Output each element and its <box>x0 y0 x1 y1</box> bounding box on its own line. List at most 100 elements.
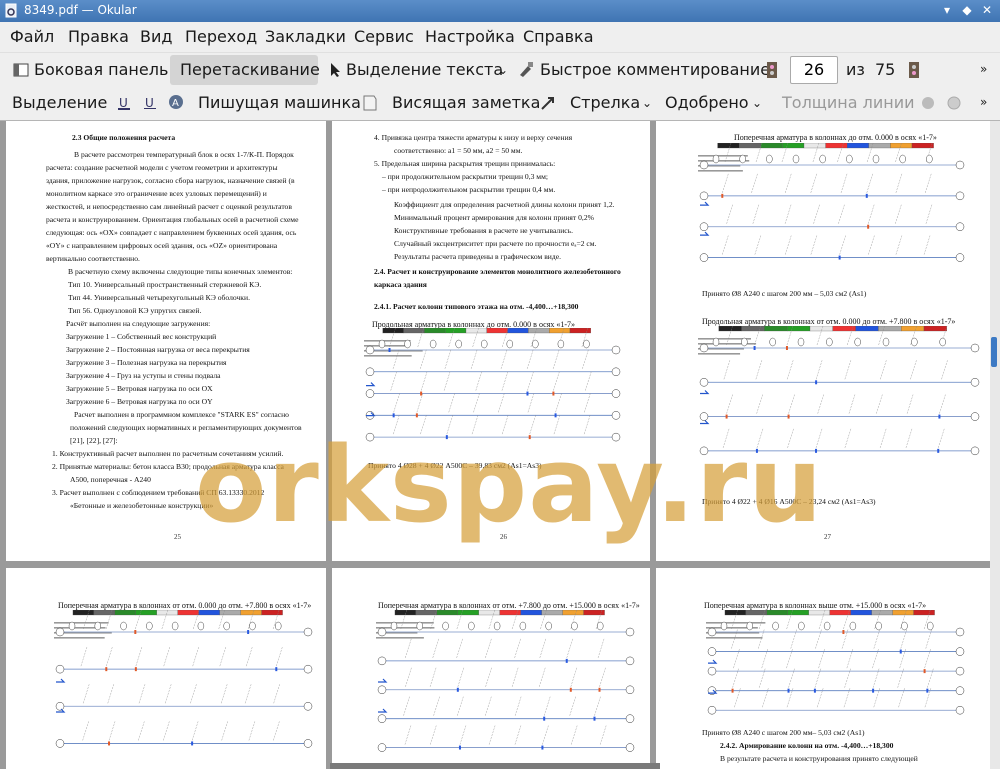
page-27-diagram2-title: Продольная арматура в колоннах от отм. 0… <box>702 317 956 326</box>
menu-bar: Файл Правка Вид Переход Закладки Сервис … <box>0 22 1000 52</box>
sidebar-icon <box>13 63 29 77</box>
quick-annotation-button[interactable]: Быстрое комментирование <box>540 60 770 79</box>
page-27-caption1: Принято Ø8 А240 с шагом 200 мм – 5,03 см… <box>702 289 867 298</box>
drag-mode-button[interactable]: Перетаскивание <box>180 60 320 79</box>
opacity-icon <box>947 96 961 110</box>
page-26-line: 5. Предельная ширина раскрытия трещин пр… <box>374 159 556 168</box>
page-28-diagram <box>54 610 313 748</box>
menu-edit[interactable]: Правка <box>68 27 129 46</box>
document-view[interactable]: 2.3 Общие положения расчета В расчете рас… <box>0 121 990 769</box>
typewriter-button[interactable]: Пишущая машинка <box>198 93 361 112</box>
text-select-dropdown-icon[interactable]: ⌄ <box>498 63 508 77</box>
page-25-line: вертикально соответственно. <box>46 254 140 263</box>
page-30: Поперечная арматура в колоннах выше отм.… <box>656 568 990 769</box>
page-30-diagram <box>706 610 965 715</box>
menu-file[interactable]: Файл <box>10 27 54 46</box>
menu-go[interactable]: Переход <box>185 27 257 46</box>
page-28-diagram-title: Поперечная арматура в колоннах от отм. 0… <box>58 601 312 610</box>
page-25-line: «OY» с направлением цифровых осей здания… <box>46 241 278 250</box>
menu-view[interactable]: Вид <box>140 27 172 46</box>
page-25-line: [21], [22], [27]: <box>70 436 118 445</box>
horizontal-scroll-indicator[interactable] <box>330 763 660 769</box>
page-26-line: 2.4.1. Расчет колонн типового этажа на о… <box>374 302 579 311</box>
page-29-diagram <box>376 610 635 752</box>
page-29: Поперечная арматура в колоннах от отм. +… <box>332 568 650 769</box>
page-26-line: – при непродолжительном раскрытии трещин… <box>382 185 556 194</box>
page-25-line: Расчёт выполнен на следующие загружения: <box>66 319 211 328</box>
page-25-line: «Бетонные и железобетонные конструкции» <box>70 501 214 510</box>
page-26-line: 4. Привязка центра тяжести арматуры к ни… <box>374 133 573 142</box>
maximize-icon[interactable]: ◆ <box>960 3 974 17</box>
page-25-line: Тип 56. Одноузловой КЭ упругих связей. <box>68 306 202 315</box>
page-of-label: из <box>846 60 865 79</box>
page-25-line: В расчете рассмотрен температурный блок … <box>74 150 294 159</box>
page-30-text: В результате расчета и конструирования п… <box>720 754 918 763</box>
underline-icon[interactable]: U <box>116 95 132 111</box>
page-25-line: Тип 44. Универсальный четырехугольный КЭ… <box>68 293 250 302</box>
arrow-dropdown-icon[interactable]: ⌄ <box>642 96 652 110</box>
page-26-line: 2.4. Расчет и конструирование элементов … <box>374 267 621 276</box>
page-25-number: 25 <box>174 533 181 541</box>
annotation-toolbar: Выделение U U A Пишущая машинка Висящая … <box>0 86 1000 121</box>
main-toolbar: Боковая панель Перетаскивание Выделение … <box>0 52 1000 87</box>
page-27-diagram1-title: Поперечная арматура в колоннах до отм. 0… <box>734 133 937 142</box>
close-icon[interactable]: ✕ <box>980 3 994 17</box>
page-25-line: Загружение 4 – Груз на уступы и стены по… <box>66 371 221 380</box>
page-26-line: Случайный эксцентриситет при расчете по … <box>394 239 597 248</box>
scrollbar-thumb[interactable] <box>991 337 997 367</box>
page-30-diagram-title: Поперечная арматура в колоннах выше отм.… <box>704 601 927 610</box>
page-29-diagram-title: Поперечная арматура в колоннах от отм. +… <box>378 601 640 610</box>
selection-tool-button[interactable]: Выделение <box>12 93 107 112</box>
svg-text:A: A <box>172 98 179 109</box>
next-page-icon[interactable] <box>908 61 920 79</box>
page-number-input[interactable]: 26 <box>790 56 838 84</box>
sidebar-button[interactable]: Боковая панель <box>34 60 168 79</box>
page-27-diagram1 <box>698 143 965 262</box>
color-icon <box>922 97 934 109</box>
page-25-line: следующая: ось «OX» совпадает с направле… <box>46 228 297 237</box>
toolbar2-overflow-icon[interactable]: » <box>980 95 987 109</box>
page-25-line: здания, приложение нагрузок, согласно сб… <box>46 176 295 185</box>
menu-bookmarks[interactable]: Закладки <box>265 27 346 46</box>
page-25-line: В расчетную схему включены следующие тип… <box>68 267 293 276</box>
menu-help[interactable]: Справка <box>523 27 594 46</box>
page-28: Поперечная арматура в колоннах от отм. 0… <box>6 568 326 769</box>
page-25-line: Загружение 2 – Постоянная нагрузка от ве… <box>66 345 250 354</box>
page-25-line: Загружение 6 – Ветровая нагрузка по оси … <box>66 397 213 406</box>
menu-tools[interactable]: Сервис <box>354 27 414 46</box>
minimize-icon[interactable]: ▾ <box>940 3 954 17</box>
page-26-line: Минимальный процент армирования для коло… <box>394 213 594 222</box>
page-25-line: монолитном каркасе это ограничение всех … <box>46 189 267 198</box>
vertical-scrollbar[interactable] <box>990 121 1000 769</box>
page-25-line: расчета и конструированием. Ориентация г… <box>46 215 299 224</box>
note-icon <box>363 95 377 111</box>
page-25-line: 2.3 Общие положения расчета <box>72 133 176 142</box>
title-bar: 8349.pdf — Okular ▾ ◆ ✕ <box>0 0 1000 22</box>
page-25-line: расчета: создание расчетной модели с уче… <box>46 163 278 172</box>
page-30-heading: 2.4.2. Армирование колонн на отм. -4,400… <box>720 741 894 750</box>
page-26-line: каркаса здания <box>374 280 427 289</box>
page-25-line: Загружение 5 – Ветровая нагрузка по оси … <box>66 384 213 393</box>
approved-stamp-button[interactable]: Одобрено <box>665 93 749 112</box>
approved-dropdown-icon[interactable]: ⌄ <box>752 96 762 110</box>
toolbar-overflow-icon[interactable]: » <box>980 62 987 76</box>
popup-note-button[interactable]: Висящая заметка <box>392 93 540 112</box>
stamp-icon[interactable]: A <box>168 94 184 110</box>
quick-annotation-icon <box>520 62 533 77</box>
svg-text:U: U <box>119 96 128 110</box>
page-30-caption: Принято Ø8 А240 с шагом 200 мм– 5,03 см2… <box>702 728 865 737</box>
page-25-line: А500, поперечная - А240 <box>70 475 151 484</box>
text-select-button[interactable]: Выделение текста <box>346 60 503 79</box>
window-title: 8349.pdf — Okular <box>24 3 137 17</box>
okular-app-icon <box>5 3 17 18</box>
page-26-line: Конструктивные требования в расчете не у… <box>394 226 574 235</box>
page-27-number: 27 <box>824 533 831 541</box>
svg-text:U: U <box>145 96 154 110</box>
previous-page-icon[interactable] <box>766 61 778 79</box>
arrow-tool-button[interactable]: Стрелка <box>570 93 640 112</box>
page-25-line: Расчет выполнен в программном комплексе … <box>74 410 289 419</box>
page-25-line: Загружение 3 – Полезная нагрузка на пере… <box>66 358 227 367</box>
strikeout-icon[interactable]: U <box>142 95 158 111</box>
line-width-button: Толщина линии <box>782 93 915 112</box>
menu-settings[interactable]: Настройка <box>425 27 515 46</box>
